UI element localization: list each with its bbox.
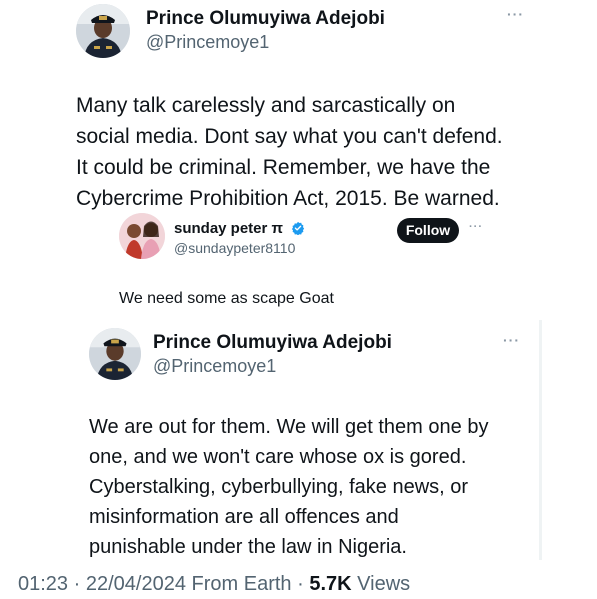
couple-photo-avatar-icon bbox=[119, 213, 165, 259]
quoted-tweet-divider bbox=[539, 320, 542, 560]
main-tweet-text-line: social media. Dont say what you can't de… bbox=[76, 125, 503, 148]
police-officer-avatar-icon bbox=[89, 328, 141, 380]
ellipsis-icon[interactable]: ··· bbox=[469, 221, 483, 233]
tweet-date[interactable]: 22/04/2024 bbox=[86, 573, 186, 595]
main-tweet-text-line: Cybercrime Prohibition Act, 2015. Be war… bbox=[76, 187, 500, 210]
views-label: Views bbox=[357, 573, 411, 595]
quoted-tweet-text-line: punishable under the law in Nigeria. bbox=[89, 536, 407, 558]
quoted-tweet-author-handle[interactable]: @Princemoye1 bbox=[153, 356, 276, 377]
meta-separator: · bbox=[297, 573, 304, 595]
quoted-tweet-text-line: We are out for them. We will get them on… bbox=[89, 416, 489, 438]
main-tweet-text: Many talk carelessly and sarcastically o… bbox=[76, 90, 576, 214]
main-tweet-text-line: It could be criminal. Remember, we have … bbox=[76, 156, 491, 179]
main-tweet-author-name[interactable]: Prince Olumuyiwa Adejobi bbox=[146, 8, 385, 30]
tweet-source: From Earth bbox=[191, 573, 292, 595]
quoted-tweet-text: We are out for them. We will get them on… bbox=[89, 412, 529, 562]
views-count[interactable]: 5.7K bbox=[309, 573, 351, 595]
reply-author-handle[interactable]: @sundaypeter8110 bbox=[174, 240, 295, 256]
main-tweet-avatar[interactable] bbox=[76, 4, 130, 58]
police-officer-avatar-icon bbox=[76, 4, 130, 58]
ellipsis-icon[interactable]: ··· bbox=[507, 6, 524, 22]
quoted-tweet-avatar[interactable] bbox=[89, 328, 141, 380]
follow-button[interactable]: Follow bbox=[397, 218, 459, 243]
quoted-tweet-author-name[interactable]: Prince Olumuyiwa Adejobi bbox=[153, 332, 392, 354]
main-tweet-text-line: Many talk carelessly and sarcastically o… bbox=[76, 94, 456, 117]
quoted-tweet-text-line: misinformation are all offences and bbox=[89, 506, 399, 528]
tweet-meta: 01:23 · 22/04/2024 From Earth · 5.7K Vie… bbox=[18, 573, 410, 596]
quoted-tweet-text-line: one, and we won't care whose ox is gored… bbox=[89, 446, 467, 468]
tweet-time[interactable]: 01:23 bbox=[18, 573, 68, 595]
reply-author-row: sunday peter π bbox=[174, 220, 305, 238]
verified-badge-icon bbox=[292, 221, 305, 235]
quoted-tweet-text-line: Cyberstalking, cyberbullying, fake news,… bbox=[89, 476, 469, 498]
reply-avatar[interactable] bbox=[119, 213, 165, 259]
meta-separator: · bbox=[73, 573, 81, 595]
main-tweet-author-handle[interactable]: @Princemoye1 bbox=[146, 32, 269, 53]
ellipsis-icon[interactable]: ··· bbox=[503, 332, 520, 348]
reply-text: We need some as scape Goat bbox=[119, 290, 334, 307]
reply-author-name[interactable]: sunday peter π bbox=[174, 220, 283, 237]
